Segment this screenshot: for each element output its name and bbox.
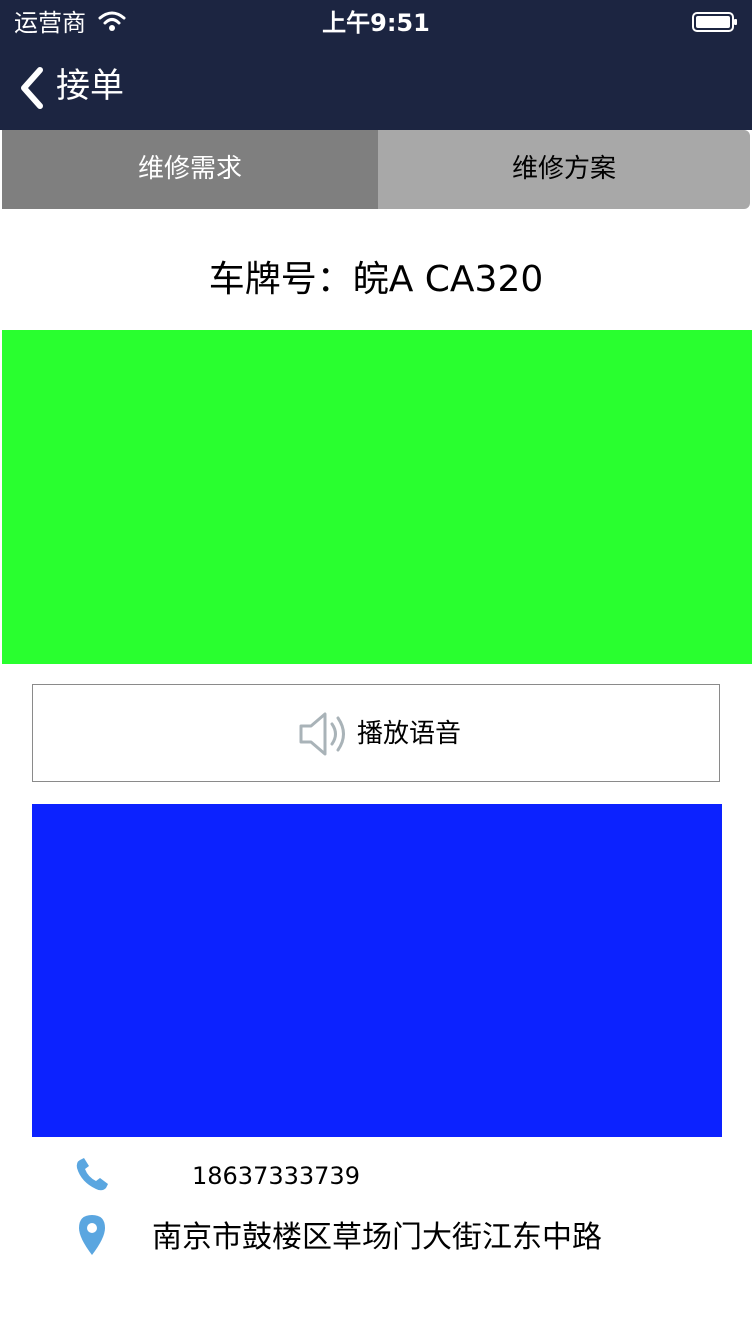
navigation-bar: 接单 [0,46,752,130]
phone-icon[interactable] [74,1156,110,1194]
play-voice-label: 播放语音 [357,719,462,749]
address-text: 南京市鼓楼区草场门大街江东中路 [152,1220,602,1255]
speaker-icon [299,712,345,756]
tab-bar: 维修需求 维修方案 [2,130,750,209]
phone-number[interactable]: 18637333739 [192,1157,360,1195]
page-title: 接单 [56,66,124,106]
blue-media-block [32,804,722,1137]
plate-number: 车牌号：皖A CA320 [208,259,544,300]
tab-repair-request[interactable]: 维修需求 [2,130,378,209]
back-chevron-icon[interactable] [16,66,50,110]
green-media-block [2,330,752,664]
tab-repair-plan[interactable]: 维修方案 [378,130,750,209]
battery-icon [692,12,737,32]
status-bar: 运营商 上午9:51 [0,0,752,46]
status-time: 上午9:51 [322,9,430,37]
play-voice-button[interactable]: 播放语音 [32,684,720,782]
location-pin-icon [79,1215,105,1255]
